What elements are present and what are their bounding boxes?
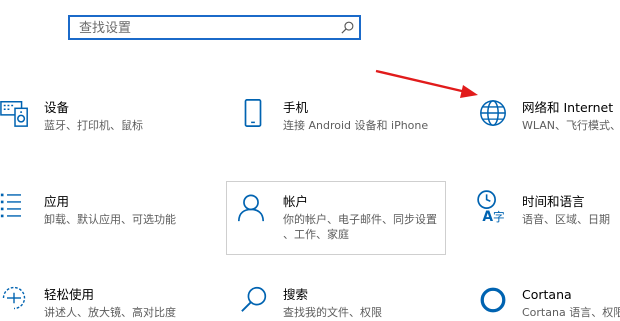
svg-text:A: A: [482, 209, 493, 223]
tile-title: 设备: [44, 100, 70, 115]
tile-description: 蓝牙、打印机、鼠标: [44, 119, 143, 132]
person-icon: [237, 194, 265, 222]
apps-icon: [0, 193, 21, 218]
phone-icon: [244, 99, 262, 127]
tile-cortana[interactable]: Cortana Cortana 语言、权限: [470, 276, 620, 319]
tile-devices[interactable]: 设备 蓝牙、打印机、鼠标: [0, 88, 210, 148]
tile-title: 时间和语言: [522, 194, 585, 209]
tile-description: Cortana 语言、权限: [522, 306, 620, 319]
search-icon: [241, 286, 267, 312]
svg-text:字: 字: [493, 210, 505, 223]
tile-title: 网络和 Internet: [522, 100, 614, 115]
tile-ease-of-access[interactable]: 轻松使用 讲述人、放大镜、高对比度: [0, 276, 210, 319]
tile-apps[interactable]: 应用 卸载、默认应用、可选功能: [0, 182, 210, 252]
tile-title: 手机: [283, 100, 309, 115]
tile-title: 搜索: [283, 287, 309, 302]
tile-title: Cortana: [522, 287, 572, 302]
ease-of-access-icon: [2, 286, 26, 310]
tile-title: 帐户: [283, 194, 309, 209]
tile-search[interactable]: 搜索 查找我的文件、权限: [230, 276, 445, 319]
tile-description: 查找我的文件、权限: [283, 306, 382, 319]
tile-description: 讲述人、放大镜、高对比度: [44, 306, 176, 319]
search-input[interactable]: [79, 19, 339, 38]
search-box[interactable]: [68, 15, 361, 40]
globe-icon: [480, 100, 506, 126]
tile-description: 卸载、默认应用、可选功能: [44, 213, 176, 226]
tile-time-language[interactable]: A 字 时间和语言 语音、区域、日期: [470, 182, 620, 252]
cortana-icon: [480, 287, 506, 313]
tile-network-internet[interactable]: 网络和 Internet WLAN、飞行模式、: [470, 88, 620, 148]
tile-accounts[interactable]: 帐户 你的帐户、电子邮件、同步设置 、工作、家庭: [226, 181, 446, 255]
tile-title: 轻松使用: [44, 287, 95, 302]
tile-title: 应用: [44, 194, 70, 209]
tile-description-line2: 、工作、家庭: [283, 228, 349, 241]
device-icon: [0, 101, 28, 127]
tile-description: WLAN、飞行模式、: [522, 119, 620, 132]
tile-description: 语音、区域、日期: [522, 213, 610, 226]
annotation-arrow: [375, 69, 478, 98]
search-icon[interactable]: [340, 20, 355, 35]
time-language-icon: A 字: [477, 190, 505, 223]
tile-description: 连接 Android 设备和 iPhone: [283, 119, 429, 132]
